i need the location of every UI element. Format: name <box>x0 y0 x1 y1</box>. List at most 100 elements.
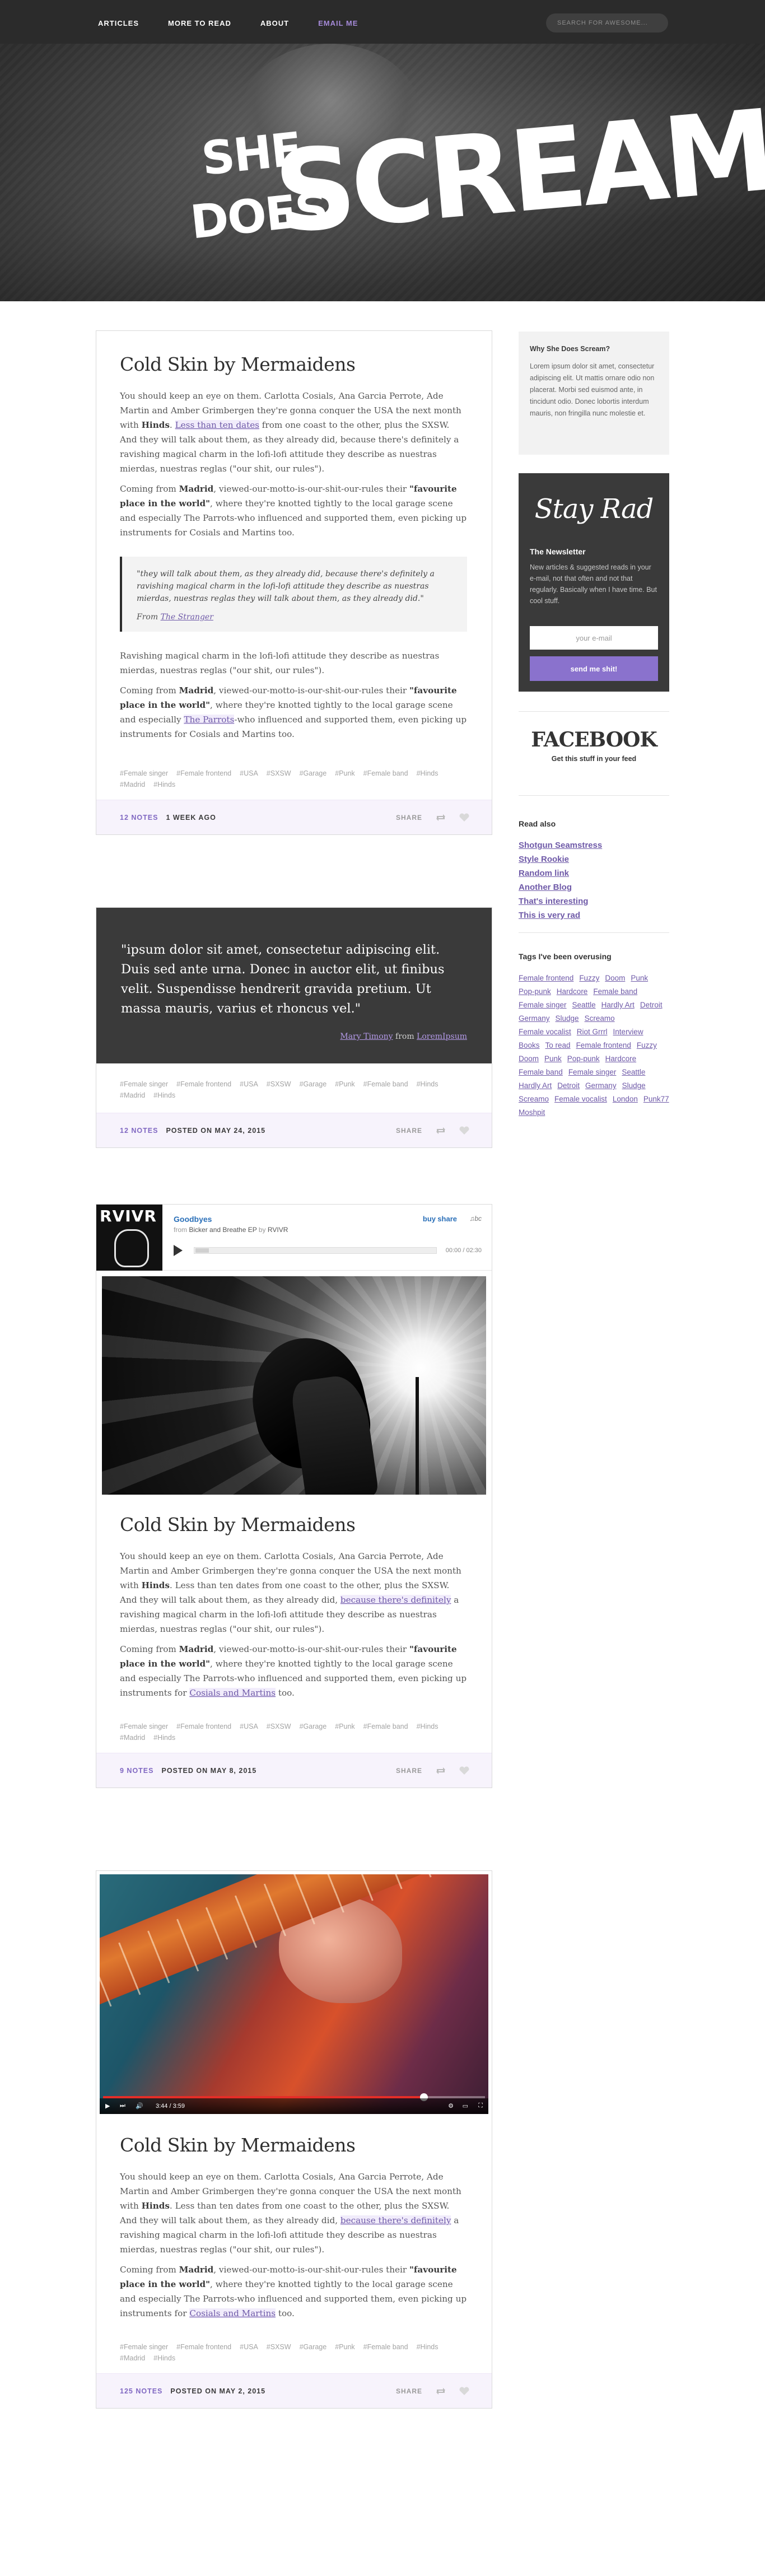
tag-cloud-link[interactable]: Riot Grrrl <box>577 1026 608 1038</box>
tag-link[interactable]: #Madrid <box>120 1734 145 1742</box>
video-play-icon[interactable]: ▶ <box>105 2102 110 2110</box>
tag-link[interactable]: #Punk <box>335 1723 354 1730</box>
post-link[interactable]: The Parrots <box>184 715 235 725</box>
post-link[interactable]: Less than ten dates <box>175 420 259 430</box>
tag-cloud-link[interactable]: Seattle <box>572 999 596 1011</box>
progress-track[interactable] <box>194 1247 437 1254</box>
video-next-icon[interactable]: ⏭ <box>120 2102 125 2110</box>
tag-link[interactable]: #Hinds <box>153 1091 175 1099</box>
heart-icon[interactable] <box>458 1766 470 1775</box>
search-input[interactable] <box>546 13 668 32</box>
album-art[interactable]: RVIVR <box>96 1205 162 1271</box>
notes-count[interactable]: 125 NOTES <box>120 2387 162 2395</box>
nav-email-me[interactable]: EMAIL ME <box>318 19 358 27</box>
tag-cloud-link[interactable]: Detroit <box>557 1080 580 1092</box>
heart-icon[interactable] <box>458 2387 470 2396</box>
tag-link[interactable]: #Hinds <box>417 1723 439 1730</box>
tag-link[interactable]: #Female singer <box>120 1080 168 1088</box>
tag-cloud-link[interactable]: Moshpit <box>519 1107 545 1119</box>
player-share-link[interactable]: share <box>437 1215 457 1223</box>
facebook-subtitle[interactable]: Get this stuff in your feed <box>519 755 669 763</box>
tag-link[interactable]: #Punk <box>335 2343 354 2351</box>
tag-link[interactable]: #Female band <box>363 1080 408 1088</box>
read-also-link[interactable]: Another Blog <box>519 880 669 894</box>
progress-thumb[interactable] <box>195 1248 209 1253</box>
tag-link[interactable]: #Female singer <box>120 1723 168 1730</box>
tag-link[interactable]: #Hinds <box>153 1734 175 1742</box>
tag-cloud-link[interactable]: Germany <box>585 1080 617 1092</box>
tag-cloud-link[interactable]: To read <box>545 1039 571 1052</box>
reblog-icon[interactable] <box>435 2387 447 2396</box>
post-date[interactable]: POSTED ON MAY 2, 2015 <box>170 2387 265 2395</box>
video-player[interactable]: ▶ ⏭ 🔊 3:44 / 3:59 ⚙ ▭ ⛶ <box>100 1874 488 2114</box>
quote-source-link[interactable]: LoremIpsum <box>417 1032 467 1041</box>
subscribe-button[interactable]: send me shit! <box>530 656 658 681</box>
bandcamp-logo[interactable]: ♫bc <box>469 1215 482 1222</box>
tag-link[interactable]: #Hinds <box>153 2354 175 2362</box>
tag-link[interactable]: #Garage <box>300 2343 327 2351</box>
read-also-link[interactable]: That's interesting <box>519 894 669 908</box>
tag-link[interactable]: #SXSW <box>267 1723 291 1730</box>
tag-cloud-link[interactable]: Pop-punk <box>519 986 551 998</box>
nav-about[interactable]: ABOUT <box>260 19 289 27</box>
tag-link[interactable]: #USA <box>240 769 258 777</box>
tag-cloud-link[interactable]: Female band <box>519 1066 563 1079</box>
email-field[interactable] <box>530 626 658 650</box>
blockquote-source-link[interactable]: The Stranger <box>161 613 213 622</box>
tag-link[interactable]: #Hinds <box>153 781 175 788</box>
tag-link[interactable]: #Female frontend <box>176 2343 231 2351</box>
post-date[interactable]: POSTED ON MAY 24, 2015 <box>166 1127 265 1135</box>
tag-cloud-link[interactable]: London <box>613 1093 638 1105</box>
reblog-icon[interactable] <box>435 1766 447 1775</box>
tag-link[interactable]: #Hinds <box>417 2343 439 2351</box>
tag-link[interactable]: #Madrid <box>120 2354 145 2362</box>
tag-cloud-link[interactable]: Fuzzy <box>637 1039 657 1052</box>
quote-author-link[interactable]: Mary Timony <box>340 1032 393 1041</box>
post-date[interactable]: POSTED ON MAY 8, 2015 <box>162 1767 257 1775</box>
tag-cloud-link[interactable]: Female vocalist <box>519 1026 571 1038</box>
facebook-logo[interactable]: FACEBOOK <box>519 728 669 752</box>
tag-cloud-link[interactable]: Female singer <box>568 1066 617 1079</box>
post-link[interactable]: Cosials and Martins <box>189 2308 276 2318</box>
tag-cloud-link[interactable]: Sludge <box>622 1080 646 1092</box>
tag-link[interactable]: #Female frontend <box>176 769 231 777</box>
tag-cloud-link[interactable]: Germany <box>519 1012 550 1025</box>
read-also-link[interactable]: This is very rad <box>519 908 669 922</box>
tag-cloud-link[interactable]: Female frontend <box>519 972 573 984</box>
tag-cloud-link[interactable]: Pop-punk <box>567 1053 600 1065</box>
tag-cloud-link[interactable]: Seattle <box>622 1066 645 1079</box>
post-link[interactable]: because there's definitely <box>340 2215 451 2225</box>
tag-link[interactable]: #Garage <box>300 1080 327 1088</box>
tag-cloud-link[interactable]: Doom <box>519 1053 539 1065</box>
theater-icon[interactable]: ▭ <box>463 2102 468 2110</box>
tag-cloud-link[interactable]: Hardcore <box>557 986 588 998</box>
tag-cloud-link[interactable]: Screamo <box>585 1012 615 1025</box>
tag-link[interactable]: #USA <box>240 1080 258 1088</box>
post-title[interactable]: Cold Skin by Mermaidens <box>120 353 467 375</box>
tag-cloud-link[interactable]: Hardcore <box>605 1053 637 1065</box>
tag-cloud-link[interactable]: Punk77 <box>643 1093 669 1105</box>
read-also-link[interactable]: Random link <box>519 866 669 880</box>
read-also-link[interactable]: Style Rookie <box>519 852 669 866</box>
tag-link[interactable]: #Female frontend <box>176 1723 231 1730</box>
tag-link[interactable]: #SXSW <box>267 1080 291 1088</box>
notes-count[interactable]: 12 NOTES <box>120 814 158 822</box>
tag-cloud-link[interactable]: Punk <box>544 1053 562 1065</box>
heart-icon[interactable] <box>458 813 470 822</box>
tag-link[interactable]: #Hinds <box>417 769 439 777</box>
tag-cloud-link[interactable]: Female frontend <box>576 1039 631 1052</box>
facebook-widget[interactable]: FACEBOOK Get this stuff in your feed <box>519 728 669 763</box>
tag-link[interactable]: #Female singer <box>120 2343 168 2351</box>
nav-more-to-read[interactable]: MORE TO READ <box>168 19 231 27</box>
tag-link[interactable]: #USA <box>240 1723 258 1730</box>
tag-link[interactable]: #Female band <box>363 769 408 777</box>
tag-cloud-link[interactable]: Hardly Art <box>519 1080 552 1092</box>
tag-link[interactable]: #Punk <box>335 769 354 777</box>
post-date[interactable]: 1 WEEK AGO <box>166 814 216 822</box>
tag-link[interactable]: #Female singer <box>120 769 168 777</box>
tag-cloud-link[interactable]: Interview <box>613 1026 643 1038</box>
tag-cloud-link[interactable]: Female band <box>593 986 637 998</box>
notes-count[interactable]: 12 NOTES <box>120 1127 158 1135</box>
tag-link[interactable]: #Madrid <box>120 1091 145 1099</box>
tag-cloud-link[interactable]: Female vocalist <box>554 1093 607 1105</box>
